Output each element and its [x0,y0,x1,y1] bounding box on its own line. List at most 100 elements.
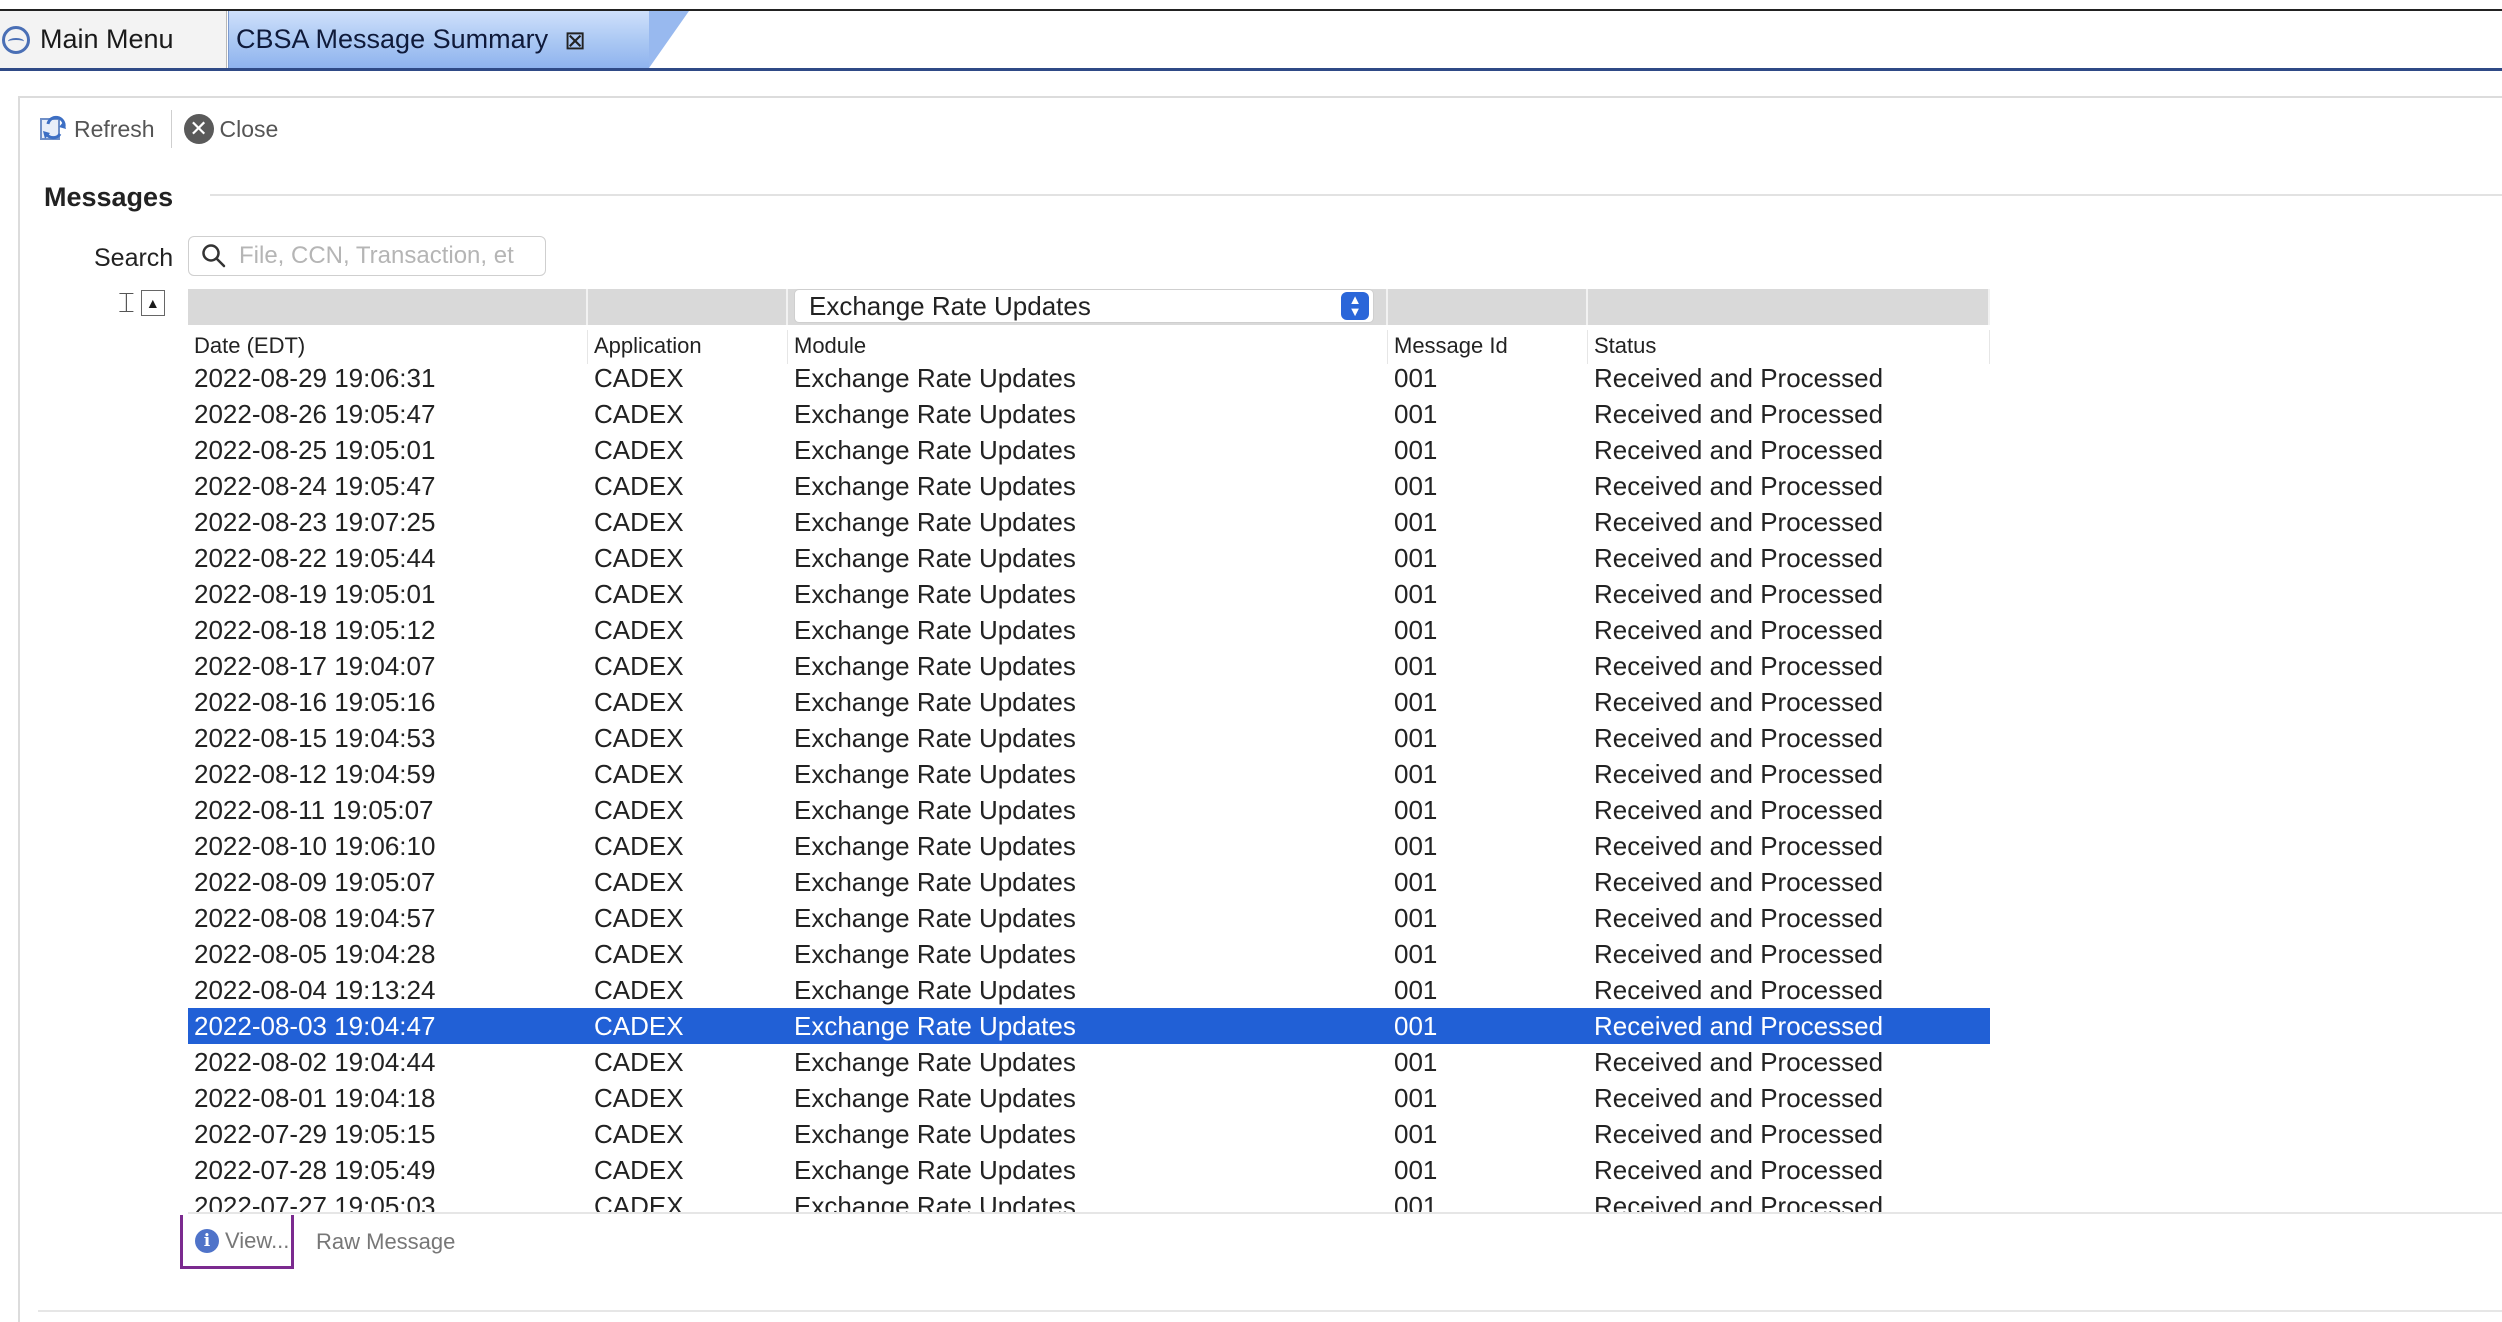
close-label: Close [219,115,279,142]
table-row[interactable]: 2022-08-01 19:04:18 CADEX Exchange Rate Up… [188,1080,1990,1116]
table-row[interactable]: 2022-08-18 19:05:12 CADEX Exchange Rate Up… [188,612,1990,648]
filter-application[interactable] [588,289,788,325]
table-row[interactable]: 2022-07-27 19:05:03 CADEX Exchange Rate Up… [188,1188,1990,1214]
table-row[interactable]: 2022-08-02 19:04:44 CADEX Exchange Rate Up… [188,1044,1990,1080]
cell-message-id: 001 [1394,471,1438,501]
table-row[interactable]: 2022-08-23 19:07:25 CADEX Exchange Rate Up… [188,504,1990,540]
cell-application: CADEX [594,543,684,573]
filter-message-id[interactable] [1388,289,1588,325]
cell-message-id: 001 [1394,1155,1438,1185]
table-row[interactable]: 2022-07-28 19:05:49 CADEX Exchange Rate Up… [188,1152,1990,1188]
refresh-button[interactable]: Refresh [38,114,155,144]
close-button[interactable]: ✕ Close [183,114,279,144]
cell-application: CADEX [594,651,684,681]
tab-cbsa-message-summary[interactable]: CBSA Message Summary ⊠ [228,11,689,68]
cell-message-id: 001 [1394,1083,1438,1113]
cell-status: Received and Processed [1594,939,1884,969]
cell-message-id: 001 [1394,723,1438,753]
refresh-icon [40,115,66,140]
raw-message-button[interactable]: Raw Message [316,1229,455,1255]
sort-up-icon[interactable]: ▲ [140,290,165,316]
cell-module: Exchange Rate Updates [794,1155,1076,1185]
cell-module: Exchange Rate Updates [794,1047,1076,1077]
cell-module: Exchange Rate Updates [794,1191,1076,1214]
column-toggle[interactable]: ⌶ ▲ [118,287,178,318]
cell-status: Received and Processed [1594,759,1884,789]
cell-application: CADEX [594,1191,684,1214]
toolbar-separator [170,110,172,148]
table-row[interactable]: 2022-08-29 19:06:31 CADEX Exchange Rate Up… [188,360,1990,396]
cell-application: CADEX [594,975,684,1005]
cell-application: CADEX [594,1083,684,1113]
search-field[interactable] [188,236,546,276]
table-filter-row: Exchange Rate Updates ▲ ▼ [188,289,1990,325]
cell-date: 2022-08-05 19:04:28 [194,939,436,969]
cell-date: 2022-08-18 19:05:12 [194,615,436,645]
table-row[interactable]: 2022-08-17 19:04:07 CADEX Exchange Rate Up… [188,648,1990,684]
cell-date: 2022-08-01 19:04:18 [194,1083,436,1113]
cell-message-id: 001 [1394,867,1438,897]
cell-module: Exchange Rate Updates [794,903,1076,933]
table-row[interactable]: 2022-08-26 19:05:47 CADEX Exchange Rate Up… [188,396,1990,432]
tab-close-icon[interactable]: ⊠ [564,27,586,53]
table-row[interactable]: 2022-08-16 19:05:16 CADEX Exchange Rate Up… [188,684,1990,720]
column-header-module[interactable]: Module [788,330,1388,364]
tab-main-menu[interactable]: Main Menu [0,11,227,68]
filter-date[interactable] [188,289,588,325]
table-row[interactable]: 2022-08-11 19:05:07 CADEX Exchange Rate Up… [188,792,1990,828]
table-row[interactable]: 2022-08-08 19:04:57 CADEX Exchange Rate Up… [188,900,1990,936]
message-actions: i View... Raw Message [180,1215,455,1269]
cell-date: 2022-08-19 19:05:01 [194,579,436,609]
cell-date: 2022-08-11 19:05:07 [194,795,434,825]
cell-application: CADEX [594,903,684,933]
table-row[interactable]: 2022-08-04 19:13:24 CADEX Exchange Rate Up… [188,972,1990,1008]
cell-date: 2022-08-24 19:05:47 [194,471,436,501]
cell-message-id: 001 [1394,795,1438,825]
cell-message-id: 001 [1394,759,1438,789]
cell-status: Received and Processed [1594,723,1884,753]
cell-status: Received and Processed [1594,543,1884,573]
cell-status: Received and Processed [1594,579,1884,609]
cell-status: Received and Processed [1594,399,1884,429]
table-row[interactable]: 2022-08-24 19:05:47 CADEX Exchange Rate Up… [188,468,1990,504]
table-row[interactable]: 2022-08-09 19:05:07 CADEX Exchange Rate Up… [188,864,1990,900]
cell-module: Exchange Rate Updates [794,795,1076,825]
cell-module: Exchange Rate Updates [794,1011,1076,1041]
cell-application: CADEX [594,723,684,753]
table-row[interactable]: 2022-08-12 19:04:59 CADEX Exchange Rate Up… [188,756,1990,792]
table-row[interactable]: 2022-08-10 19:06:10 CADEX Exchange Rate Up… [188,828,1990,864]
column-header-status[interactable]: Status [1588,330,1990,364]
cell-status: Received and Processed [1594,1047,1884,1077]
editor-tab-bar: Main Menu CBSA Message Summary ⊠ [0,0,2502,72]
module-filter-select[interactable]: Exchange Rate Updates ▲ ▼ [794,289,1374,323]
cell-application: CADEX [594,1119,684,1149]
cell-module: Exchange Rate Updates [794,759,1076,789]
cell-date: 2022-07-29 19:05:15 [194,1119,436,1149]
cell-status: Received and Processed [1594,867,1884,897]
cell-module: Exchange Rate Updates [794,1083,1076,1113]
cell-message-id: 001 [1394,615,1438,645]
view-button[interactable]: i View... [180,1215,294,1269]
cell-application: CADEX [594,615,684,645]
table-row[interactable]: 2022-07-29 19:05:15 CADEX Exchange Rate Up… [188,1116,1990,1152]
table-row[interactable]: 2022-08-25 19:05:01 CADEX Exchange Rate Up… [188,432,1990,468]
filter-module-cell: Exchange Rate Updates ▲ ▼ [788,289,1388,325]
table-row[interactable]: 2022-08-19 19:05:01 CADEX Exchange Rate Up… [188,576,1990,612]
cell-message-id: 001 [1394,507,1438,537]
column-header-date[interactable]: Date (EDT) [188,330,588,364]
table-row[interactable]: 2022-08-05 19:04:28 CADEX Exchange Rate Up… [188,936,1990,972]
cell-message-id: 001 [1394,651,1438,681]
cell-module: Exchange Rate Updates [794,363,1076,393]
search-input[interactable] [239,242,539,270]
column-header-message-id[interactable]: Message Id [1388,330,1588,364]
column-header-application[interactable]: Application [588,330,788,364]
cell-date: 2022-08-12 19:04:59 [194,759,436,789]
cell-date: 2022-08-23 19:07:25 [194,507,436,537]
cell-date: 2022-08-04 19:13:24 [194,975,436,1005]
cell-module: Exchange Rate Updates [794,579,1076,609]
table-row[interactable]: 2022-08-22 19:05:44 CADEX Exchange Rate Up… [188,540,1990,576]
table-row[interactable]: 2022-08-15 19:04:53 CADEX Exchange Rate Up… [188,720,1990,756]
cell-message-id: 001 [1394,579,1438,609]
filter-status[interactable] [1588,289,1990,325]
table-row-selected[interactable]: 2022-08-03 19:04:47 CADEX Exchange Rate Up… [188,1008,1990,1044]
